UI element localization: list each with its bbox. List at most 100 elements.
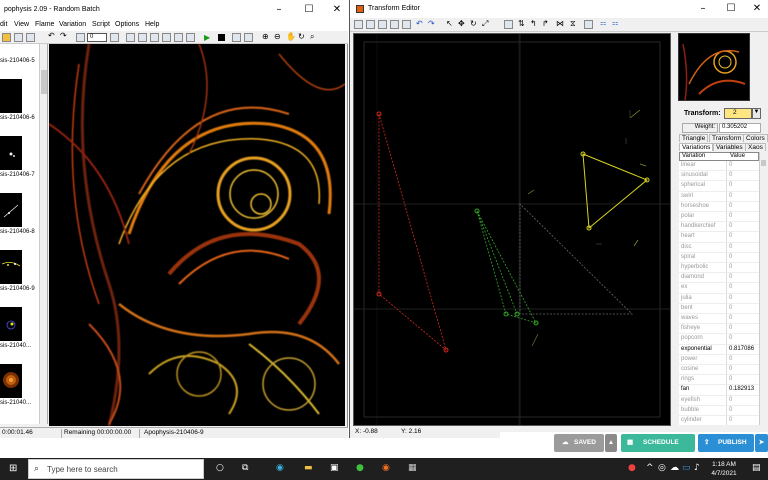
weight-input[interactable]: 0.305202	[719, 123, 761, 133]
apophysis-taskbar-icon[interactable]: ▦	[408, 463, 417, 473]
menu-script[interactable]: Script	[92, 21, 110, 28]
zoom-out-icon[interactable]: ⊖	[274, 32, 281, 41]
maximize-icon[interactable]: ☐	[724, 2, 738, 16]
preview-toggle-icon[interactable]	[584, 20, 593, 29]
triangle-editor-canvas[interactable]	[353, 33, 671, 426]
variation-value[interactable]: 0.182913	[729, 386, 754, 392]
render-icon[interactable]	[110, 33, 119, 42]
pan-hand-icon[interactable]: ✋	[286, 32, 296, 41]
new-transform-icon[interactable]	[354, 20, 363, 29]
batch-combo[interactable]: 0	[87, 33, 107, 42]
variation-value[interactable]: 0	[729, 366, 732, 372]
scrollbar-thumb[interactable]	[41, 70, 47, 94]
variation-value[interactable]: 0	[729, 172, 732, 178]
menu-view[interactable]: View	[14, 21, 29, 28]
tab-triangle[interactable]: Triangle	[679, 134, 709, 142]
delete-transform-icon[interactable]	[390, 20, 399, 29]
menu-options[interactable]: Options	[115, 21, 139, 28]
display-icon[interactable]: ▭	[682, 463, 691, 473]
variation-value[interactable]: 0	[729, 182, 732, 188]
variation-row[interactable]: cosine 0	[679, 365, 759, 376]
variation-row[interactable]: eyefish 0	[679, 395, 759, 406]
editor-icon[interactable]	[126, 33, 135, 42]
variation-row[interactable]: spherical 0	[679, 181, 759, 192]
publish-options[interactable]: ➤	[755, 434, 768, 452]
variation-value[interactable]: 0	[729, 295, 732, 301]
open-icon[interactable]	[2, 33, 11, 42]
variation-value[interactable]: 0	[729, 162, 732, 168]
store-icon[interactable]: ▣	[330, 463, 339, 473]
thumbnail[interactable]	[0, 364, 22, 398]
adjust-icon[interactable]	[138, 33, 147, 42]
variation-row[interactable]: popcorn 0	[679, 334, 759, 345]
final-transform-icon[interactable]	[402, 20, 411, 29]
mutate-icon[interactable]	[162, 33, 171, 42]
redo-icon[interactable]: ↷	[428, 19, 435, 28]
tray-chevron-icon[interactable]: ^	[646, 463, 654, 473]
saved-button[interactable]: ☁ SAVED	[554, 434, 604, 452]
tab-variations[interactable]: Variations	[679, 143, 714, 151]
first-icon[interactable]	[76, 33, 85, 42]
variation-row[interactable]: sinusoidal 0	[679, 171, 759, 182]
variation-row[interactable]: bubble 0	[679, 405, 759, 416]
variation-value[interactable]: 0	[729, 233, 732, 239]
minimize-icon[interactable]: –	[272, 3, 286, 17]
maximize-icon[interactable]: ☐	[302, 3, 316, 17]
variation-value[interactable]: 0	[729, 203, 732, 209]
variation-row[interactable]: horseshoe 0	[679, 201, 759, 212]
chevron-down-icon[interactable]: ▼	[752, 108, 761, 119]
windows-start-icon[interactable]: ⊞	[9, 463, 17, 474]
variation-row[interactable]: heart 0	[679, 232, 759, 243]
variation-row[interactable]: fisheye 0	[679, 324, 759, 335]
variation-value[interactable]: 0	[729, 264, 732, 270]
grid-icon[interactable]	[174, 33, 183, 42]
reset-icon[interactable]	[504, 20, 513, 29]
notifications-icon[interactable]: ▤	[752, 463, 761, 473]
tab-colors[interactable]: Colors	[743, 134, 768, 142]
minimize-icon[interactable]: –	[696, 2, 710, 16]
menu-edit[interactable]: dit	[0, 21, 7, 28]
variation-value[interactable]: 0	[729, 223, 732, 229]
tab-transform[interactable]: Transform	[709, 134, 745, 142]
variation-value[interactable]: 0.817086	[729, 346, 754, 352]
variation-row[interactable]: bent 0	[679, 303, 759, 314]
variation-row[interactable]: polar 0	[679, 212, 759, 223]
tab-xaos[interactable]: Xaos	[745, 143, 766, 151]
variation-value[interactable]: 0	[729, 213, 732, 219]
thumbnail[interactable]	[0, 193, 22, 227]
close-icon[interactable]: ✕	[330, 3, 344, 17]
undo-icon[interactable]: ↶	[416, 19, 423, 28]
thumbnail-scrollbar[interactable]	[39, 44, 47, 424]
scrollbar-thumb[interactable]	[761, 160, 766, 166]
post-transform-icon[interactable]: ⚏	[612, 19, 618, 27]
thumbnail[interactable]	[0, 250, 22, 284]
variation-value[interactable]: 0	[729, 315, 732, 321]
tray-app-icon[interactable]: ◎	[658, 463, 666, 473]
taskbar-clock[interactable]: 1:18 AM 4/7/2021	[706, 460, 742, 478]
variation-row[interactable]: spiral 0	[679, 252, 759, 263]
cloud-tray-icon[interactable]: ☁	[670, 463, 679, 473]
scale-icon[interactable]: ⤢	[482, 19, 488, 29]
thumbnail[interactable]	[0, 136, 22, 170]
task-view-icon[interactable]: ⧉	[242, 463, 248, 473]
mirror-icon[interactable]: ⋈	[556, 19, 564, 28]
thumbnail[interactable]	[0, 307, 22, 341]
move-icon[interactable]: ✥	[458, 19, 465, 28]
variation-value[interactable]: 0	[729, 254, 732, 260]
saved-dropdown[interactable]: ▲	[605, 434, 617, 452]
app-green-icon[interactable]: ●	[356, 463, 364, 473]
menu-flame[interactable]: Flame	[35, 21, 54, 28]
thumbnail[interactable]	[0, 44, 22, 50]
variation-row[interactable]: waves 0	[679, 314, 759, 325]
volume-icon[interactable]: ♪	[694, 463, 700, 473]
variation-row[interactable]: rings 0	[679, 375, 759, 386]
variation-row[interactable]: fan 0.182913	[679, 385, 759, 396]
menu-help[interactable]: Help	[145, 21, 159, 28]
variation-row[interactable]: power 0	[679, 354, 759, 365]
variation-row[interactable]: diamond 0	[679, 273, 759, 284]
duplicate-transform-icon[interactable]	[378, 20, 387, 29]
zoom-in-icon[interactable]: ⊕	[262, 32, 269, 41]
search-icon[interactable]: ⌕	[310, 32, 314, 42]
rotate-left-icon[interactable]: ↰	[530, 19, 537, 28]
variation-row[interactable]: ex 0	[679, 283, 759, 294]
